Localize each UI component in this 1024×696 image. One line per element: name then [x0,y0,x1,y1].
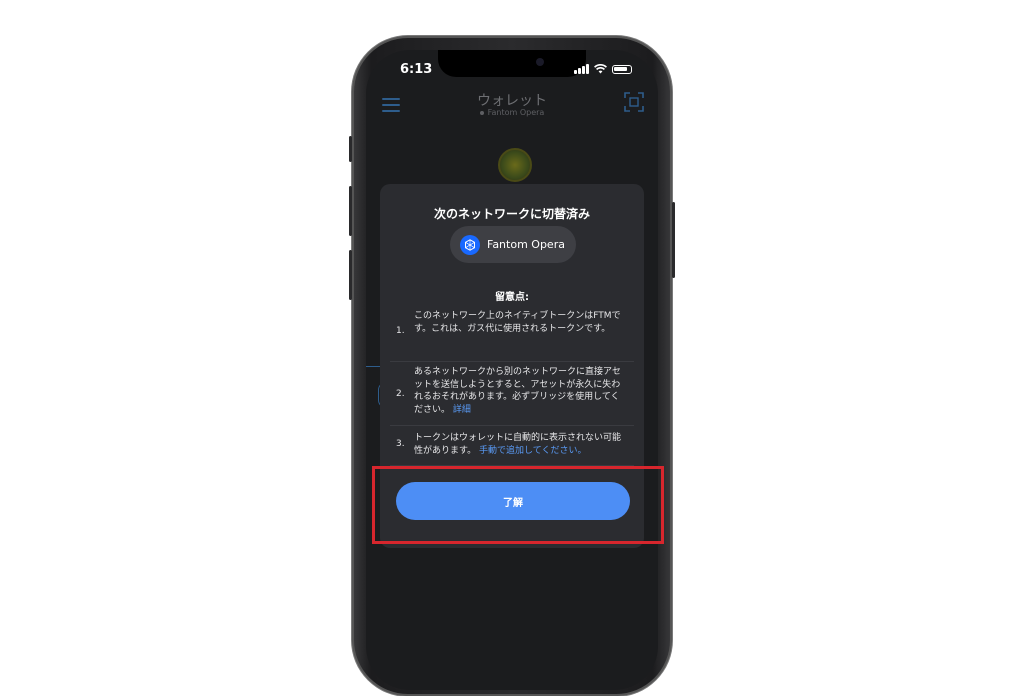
add-token-manually-link[interactable]: 手動で追加してください。 [479,446,586,456]
note-text: このネットワーク上のネイティブトークンはFTMです。これは、ガス代に使用されるト… [414,311,621,334]
note-number: 2. [396,389,405,399]
learn-more-link[interactable]: 詳細 [453,405,471,415]
notch [438,50,586,77]
scan-icon[interactable] [624,92,644,112]
list-item: 1. このネットワーク上のネイティブトークンはFTMです。これは、ガス代に使用さ… [390,310,634,362]
network-indicator[interactable]: Fantom Opera [366,108,658,117]
modal-title: 次のネットワークに切替済み [433,207,590,221]
power-button [672,202,675,278]
account-avatar[interactable] [498,148,532,182]
fantom-logo-icon [460,234,480,255]
page-title: ウォレット [477,93,547,109]
status-time: 6:13 [400,62,433,77]
network-pill-label: Fantom Opera [487,238,565,251]
status-icons [574,64,632,74]
mute-switch [349,136,352,162]
list-item: 3. トークンはウォレットに自動的に表示されない可能性があります。 手動で追加し… [390,426,634,466]
signal-icon [574,64,589,74]
note-number: 1. [396,326,405,336]
list-item: 2. あるネットワークから別のネットワークに直接アセットを送信しようとすると、ア… [390,362,634,426]
network-pill: Fantom Opera [450,226,576,263]
network-label: Fantom Opera [487,108,545,117]
note-text: あるネットワークから別のネットワークに直接アセットを送信しようとすると、アセット… [414,367,621,415]
battery-icon [612,65,632,74]
note-number: 3. [396,439,405,449]
highlight-box [372,466,664,544]
wifi-icon [594,64,607,74]
notes-list: 1. このネットワーク上のネイティブトークンはFTMです。これは、ガス代に使用さ… [390,310,634,466]
volume-up-button [349,186,352,236]
volume-down-button [349,250,352,300]
notes-title: 留意点: [495,292,529,303]
